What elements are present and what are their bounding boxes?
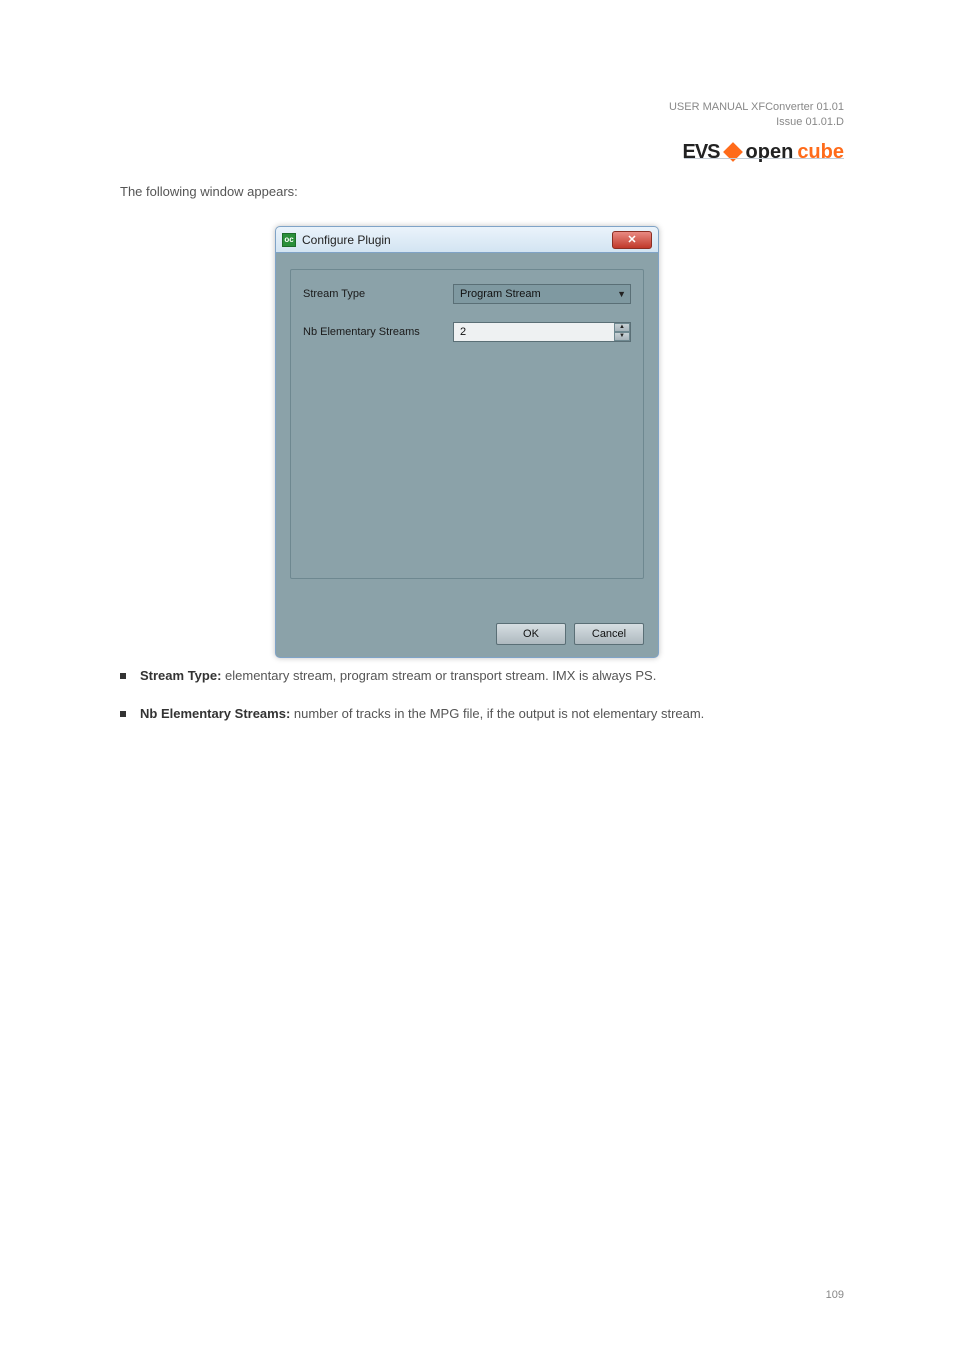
note-text: elementary stream, program stream or tra…	[221, 668, 656, 683]
close-icon: ✕	[627, 233, 636, 246]
logo-evs-text: EVS	[683, 141, 720, 164]
settings-group: Stream Type Program Stream ▼ Nb Elementa…	[290, 269, 644, 579]
note-label: Nb Elementary Streams:	[140, 706, 290, 721]
cancel-button[interactable]: Cancel	[574, 623, 644, 645]
stream-type-label: Stream Type	[303, 288, 453, 300]
logo-cube-text: cube	[797, 141, 844, 164]
page-number: 109	[826, 1289, 844, 1301]
bullet-icon	[120, 673, 126, 679]
ok-button[interactable]: OK	[496, 623, 566, 645]
logo-open-text: open	[746, 141, 794, 164]
nb-streams-label: Nb Elementary Streams	[303, 326, 453, 338]
list-item: Nb Elementary Streams: number of tracks …	[120, 704, 840, 724]
header-divider	[684, 158, 844, 159]
dialog-title: Configure Plugin	[302, 233, 391, 247]
note-label: Stream Type:	[140, 668, 221, 683]
list-item: Stream Type: elementary stream, program …	[120, 666, 840, 686]
chevron-down-icon: ▼	[617, 289, 626, 299]
diamond-icon	[723, 142, 743, 162]
brand-logo: EVS opencube	[669, 141, 844, 164]
nb-streams-spinner[interactable]: 2 ▲ ▼	[453, 322, 631, 342]
header-meta: USER MANUAL XFConverter 01.01 Issue 01.0…	[669, 100, 844, 131]
spinner-down-button[interactable]: ▼	[614, 332, 630, 341]
intro-text: The following window appears:	[120, 184, 840, 199]
note-text: number of tracks in the MPG file, if the…	[290, 706, 704, 721]
dialog-titlebar[interactable]: oc Configure Plugin ✕	[276, 227, 658, 253]
spinner-up-button[interactable]: ▲	[614, 323, 630, 332]
notes-list: Stream Type: elementary stream, program …	[120, 666, 840, 741]
configure-plugin-dialog: oc Configure Plugin ✕ Stream Type Progra…	[275, 226, 659, 658]
stream-type-value: Program Stream	[460, 288, 541, 300]
stream-type-select[interactable]: Program Stream ▼	[453, 284, 631, 304]
nb-streams-value: 2	[460, 326, 614, 338]
bullet-icon	[120, 711, 126, 717]
close-button[interactable]: ✕	[612, 231, 652, 249]
app-icon: oc	[282, 233, 296, 247]
